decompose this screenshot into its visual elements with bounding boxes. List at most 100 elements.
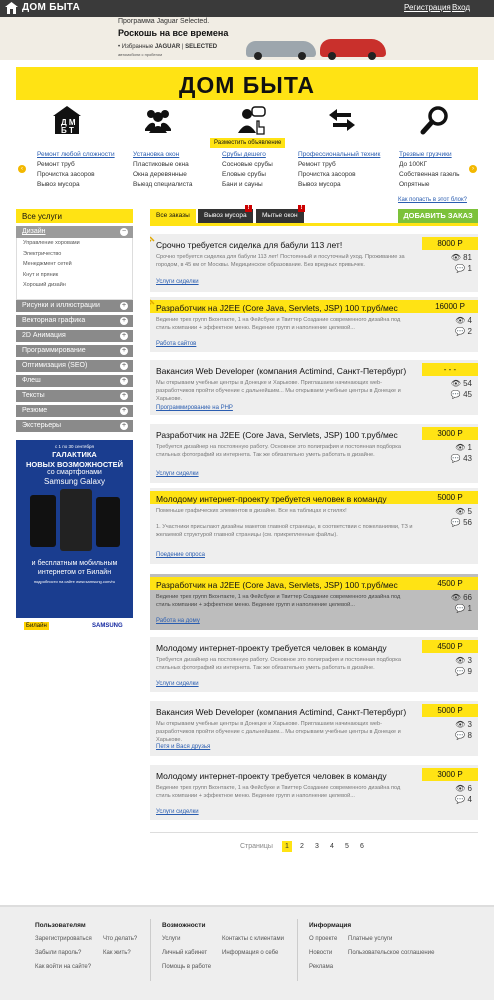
category-title[interactable]: Установка окон	[133, 150, 192, 160]
category-item[interactable]: Собственная газель	[399, 170, 460, 180]
post-ad-tooltip[interactable]: Разместить объявление	[210, 138, 286, 148]
sidebar-subitem[interactable]: Управление хоровами	[17, 238, 132, 249]
category-title[interactable]: Профессиональный техник	[298, 150, 380, 160]
job-category-link[interactable]: Услуги сиделки	[156, 809, 199, 815]
footer-link[interactable]: О проекте	[309, 936, 337, 942]
expand-icon[interactable]: +	[120, 317, 128, 325]
category-item[interactable]: Бани и сауны	[222, 180, 273, 190]
category-title[interactable]: Срубы дешего	[222, 150, 273, 160]
page-link-current[interactable]: 1	[282, 841, 292, 852]
sidebar-item[interactable]: Оптимизация (SEO) +	[16, 360, 133, 372]
sidebar-item[interactable]: Экстерьеры +	[16, 420, 133, 432]
footer-link[interactable]: Как войти на сайте?	[35, 964, 91, 970]
job-category-link[interactable]: Поедение опроса	[156, 552, 205, 558]
expand-icon[interactable]: +	[120, 302, 128, 310]
job-card[interactable]: 5000 Р Молодому интернет-проекту требует…	[150, 488, 478, 564]
job-category-link[interactable]: Работа на дому	[156, 618, 200, 624]
job-card[interactable]: 3000 Р Молодому интернет-проекту требует…	[150, 765, 478, 820]
category-item[interactable]: Ремонт труб	[37, 160, 115, 170]
job-card[interactable]: 5000 Р Вакансия Web Developer (компания …	[150, 701, 478, 756]
footer-link[interactable]: Личный кабинет	[162, 950, 207, 956]
category-item[interactable]: Опрятные	[399, 180, 460, 190]
footer-link[interactable]: Как жить?	[103, 950, 131, 956]
collapse-icon[interactable]: −	[120, 228, 128, 236]
footer-link[interactable]: Забыли пароль?	[35, 950, 81, 956]
sidebar-item[interactable]: Векторная графика +	[16, 315, 133, 327]
sidebar-item[interactable]: Программирование +	[16, 345, 133, 357]
page-link[interactable]: 5	[342, 841, 352, 852]
promo-banner[interactable]: Программа Jaguar Selected. Роскошь на вс…	[0, 17, 494, 60]
category-item[interactable]: Вывоз мусора	[37, 180, 115, 190]
footer-link[interactable]: Зарегистрироваться	[35, 936, 92, 942]
job-category-link[interactable]: Услуги сиделки	[156, 681, 199, 687]
category-item[interactable]: Прочистка засоров	[298, 170, 380, 180]
category-item[interactable]: Окна деревянные	[133, 170, 192, 180]
job-category-link[interactable]: Услуги сиделки	[156, 471, 199, 477]
job-card[interactable]: 16000 Р Разработчик на J2EE (Core Java, …	[150, 297, 478, 352]
job-card[interactable]: - - - Вакансия Web Developer (компания A…	[150, 360, 478, 415]
footer-link[interactable]: Контакты с клиентами	[222, 936, 284, 942]
expand-icon[interactable]: +	[120, 332, 128, 340]
arrows-swap-icon[interactable]	[327, 105, 357, 135]
add-order-button[interactable]: ДОБАВИТЬ ЗАКАЗ	[398, 209, 478, 223]
sidebar-subitem[interactable]: Менеджмент сетей	[17, 259, 132, 270]
expand-icon[interactable]: +	[120, 422, 128, 430]
footer-link[interactable]: Информация о себе	[222, 950, 278, 956]
job-card[interactable]: 3000 Р Разработчик на J2EE (Core Java, S…	[150, 424, 478, 483]
job-category-link[interactable]: Работа сайтов	[156, 341, 196, 347]
login-link[interactable]: Вход	[452, 3, 470, 12]
category-item[interactable]: До 100КГ	[399, 160, 460, 170]
how-to-get-link[interactable]: Как попасть в этот блок?	[398, 197, 467, 203]
job-card-hover[interactable]: 4500 Р Разработчик на J2EE (Core Java, S…	[150, 574, 478, 630]
footer-link[interactable]: Услуги	[162, 936, 180, 942]
expand-icon[interactable]: +	[120, 347, 128, 355]
job-card[interactable]: 4500 Р Молодому интернет-проекту требует…	[150, 637, 478, 692]
job-title[interactable]: Разработчик на J2EE (Core Java, Servlets…	[156, 303, 398, 313]
sidebar-item-design[interactable]: Дизайн −	[16, 226, 133, 238]
home-icon[interactable]	[5, 2, 18, 14]
next-arrow-icon[interactable]: ›	[469, 165, 477, 173]
job-title[interactable]: Молодому интернет-проекту требуется чело…	[156, 771, 387, 781]
category-item[interactable]: Вывоз мусора	[298, 180, 380, 190]
page-link[interactable]: 6	[357, 841, 367, 852]
job-title[interactable]: Вакансия Web Developer (компания Actimin…	[156, 707, 406, 717]
tab-all-orders[interactable]: Все заказы	[150, 209, 196, 223]
job-title[interactable]: Вакансия Web Developer (компания Actimin…	[156, 366, 406, 376]
sidebar-heading[interactable]: Все услуги	[16, 209, 133, 223]
category-item[interactable]: Ремонт труб	[298, 160, 380, 170]
sidebar-subitem[interactable]: Хороший дизайн	[17, 280, 132, 291]
sidebar-item[interactable]: Тексты +	[16, 390, 133, 402]
category-title[interactable]: Трезвые грузчики	[399, 150, 460, 160]
footer-link[interactable]: Новости	[309, 950, 332, 956]
page-link[interactable]: 2	[297, 841, 307, 852]
job-title[interactable]: Разработчик на J2EE (Core Java, Servlets…	[156, 580, 398, 590]
job-title[interactable]: Срочно требуется сиделка для бабули 113 …	[156, 240, 342, 250]
sidebar-item[interactable]: 2D Анимация +	[16, 330, 133, 342]
search-icon[interactable]	[420, 105, 450, 135]
page-link[interactable]: 3	[312, 841, 322, 852]
category-item[interactable]: Прочистка засоров	[37, 170, 115, 180]
footer-link[interactable]: Помощь в работе	[162, 964, 211, 970]
sidebar-item[interactable]: Резюме +	[16, 405, 133, 417]
category-item[interactable]: Выезд специалиста	[133, 180, 192, 190]
page-link[interactable]: 4	[327, 841, 337, 852]
footer-link[interactable]: Пользовательское соглашение	[348, 950, 434, 956]
category-item[interactable]: Сосновые срубы	[222, 160, 273, 170]
prev-arrow-icon[interactable]: ‹	[18, 165, 26, 173]
sidebar-subitem[interactable]: Электричество	[17, 249, 132, 260]
category-item[interactable]: Еловые срубы	[222, 170, 273, 180]
job-category-link[interactable]: Программирование на PHP	[156, 405, 233, 411]
job-category-link[interactable]: Петя и Вася друзья	[156, 744, 210, 750]
expand-icon[interactable]: +	[120, 392, 128, 400]
home-logo-icon[interactable]: Д М Б Т	[52, 105, 82, 135]
footer-link[interactable]: Реклама	[309, 964, 333, 970]
site-logo[interactable]: ДОМ БЫТА	[16, 72, 478, 99]
category-item[interactable]: Пластиковые окна	[133, 160, 192, 170]
person-speech-icon[interactable]	[237, 105, 267, 135]
sidebar-item[interactable]: Рисунки и иллюстрации +	[16, 300, 133, 312]
job-title[interactable]: Разработчик на J2EE (Core Java, Servlets…	[156, 430, 398, 440]
sidebar-ad[interactable]: с 1 по 30 сентября ГАЛАКТИКА НОВЫХ ВОЗМО…	[16, 440, 133, 635]
register-link[interactable]: Регистрация	[404, 3, 451, 12]
footer-link[interactable]: Что делать?	[103, 936, 137, 942]
sidebar-item[interactable]: Флеш +	[16, 375, 133, 387]
